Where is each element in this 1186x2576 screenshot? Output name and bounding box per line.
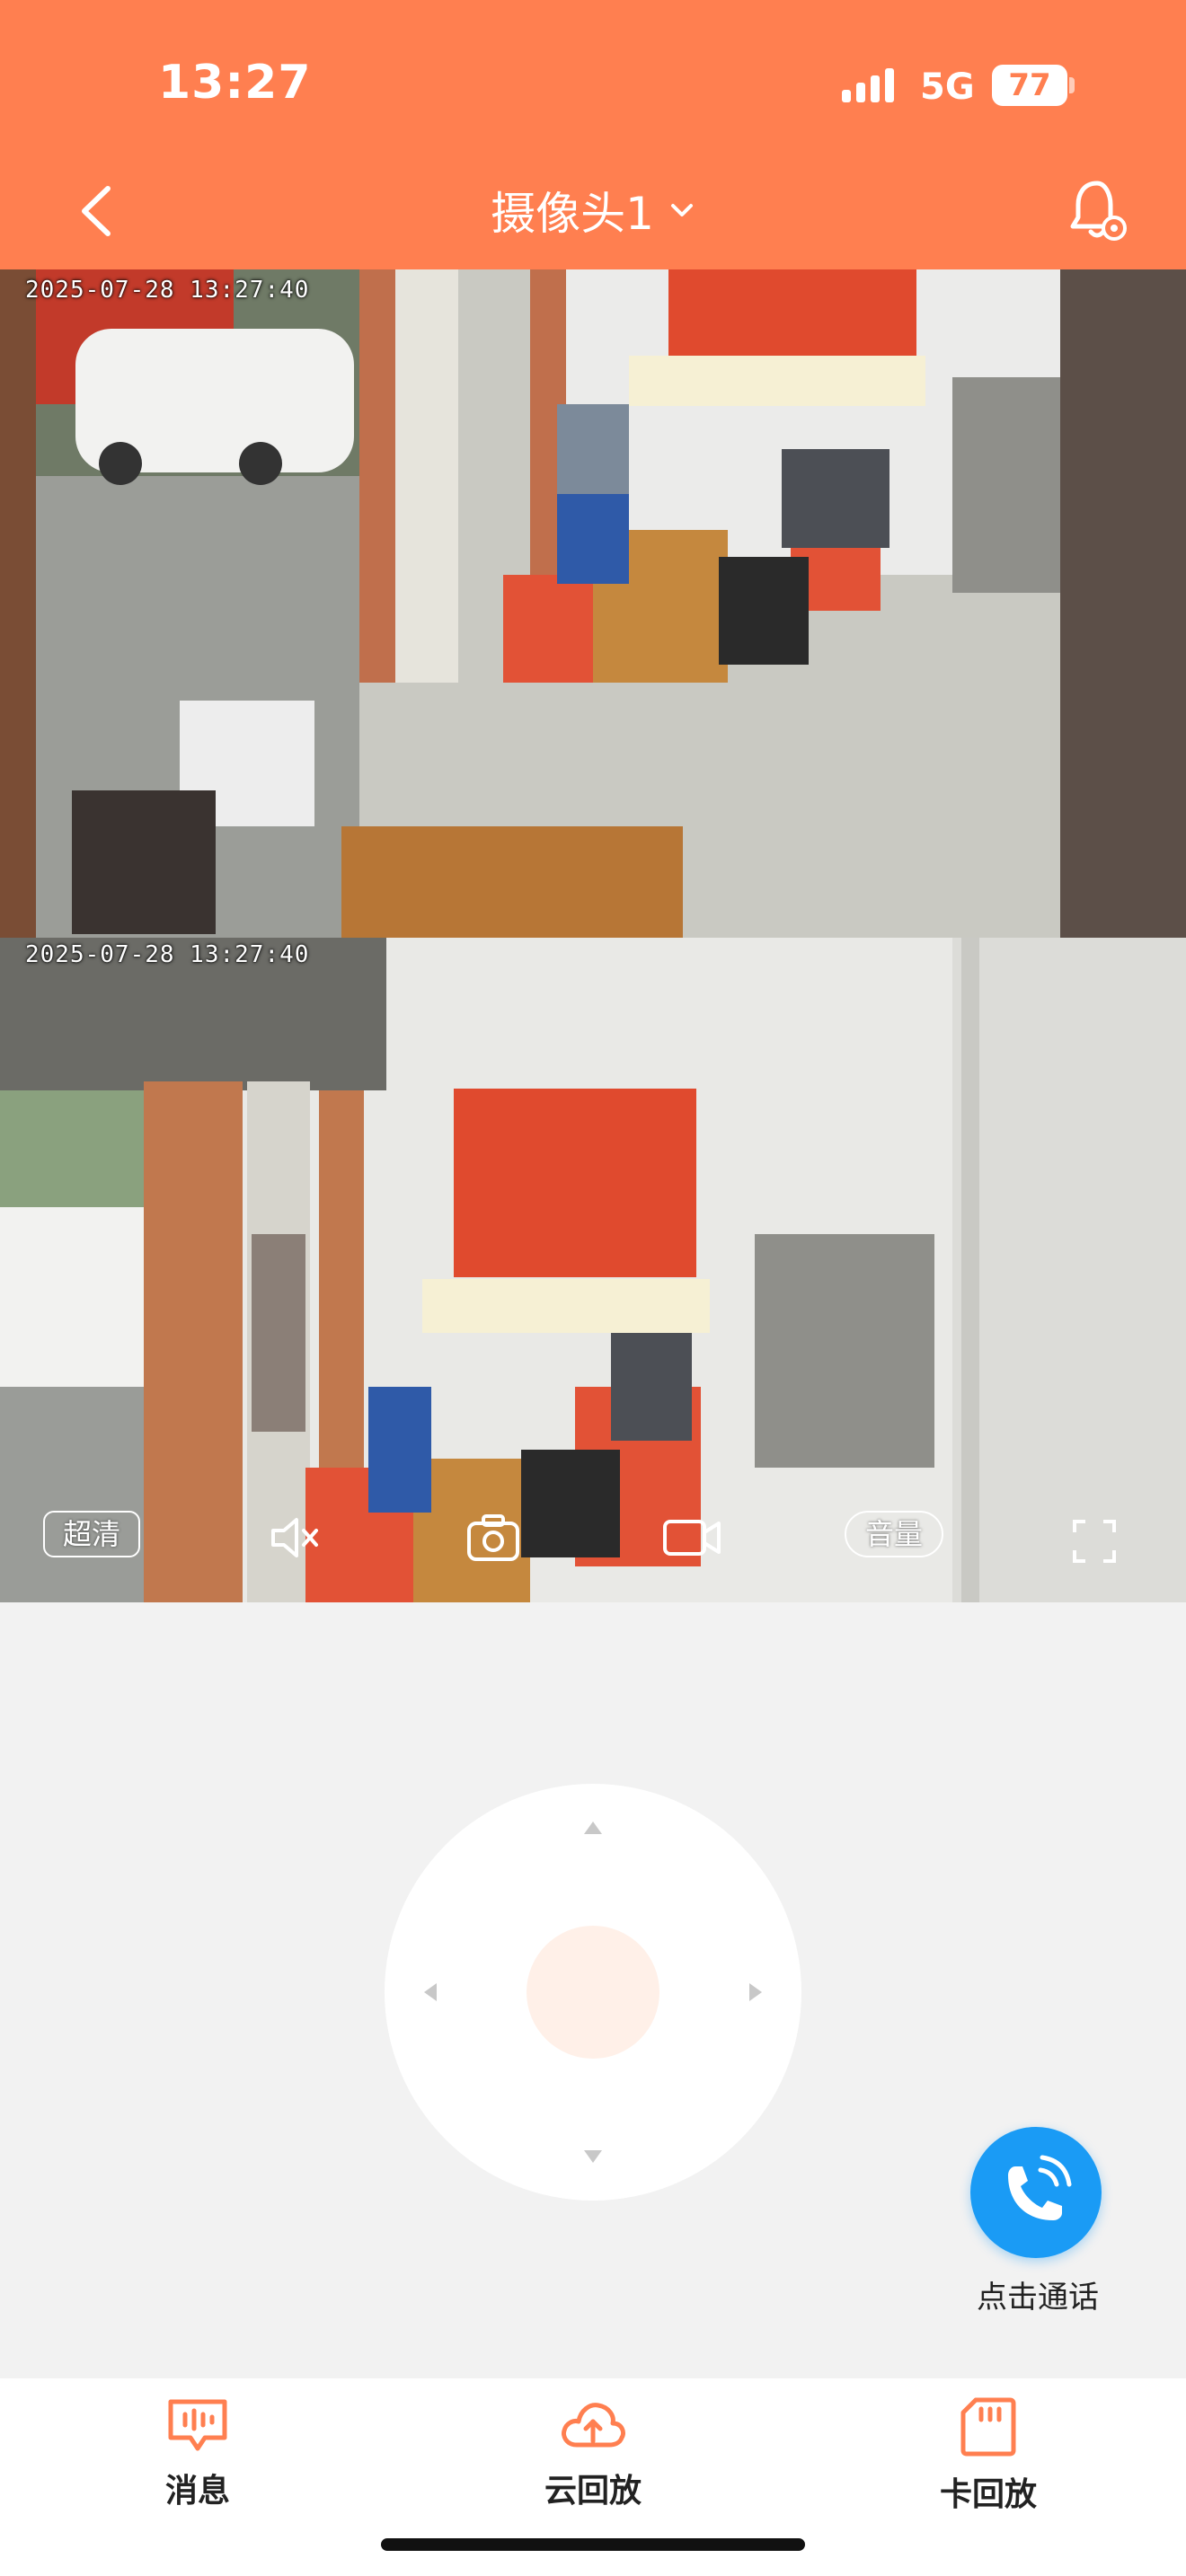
- camera-title-selector[interactable]: 摄像头1: [0, 178, 1186, 243]
- status-time: 13:27: [158, 56, 312, 110]
- camera-feed-detail[interactable]: 2025-07-28 13:27:40 超清 音量: [0, 938, 1186, 1602]
- page-title: 摄像头1: [491, 188, 654, 240]
- call-label: 点击通话: [977, 2280, 1099, 2316]
- cloud-upload-icon: [562, 2403, 626, 2448]
- tab-label: 消息: [164, 2473, 230, 2510]
- camera-feed-wide[interactable]: 2025-07-28 13:27:40: [0, 269, 1186, 938]
- tab-messages[interactable]: 消息: [99, 2396, 296, 2511]
- pan-down-arrow-icon[interactable]: [584, 2150, 602, 2163]
- pan-right-arrow-icon[interactable]: [749, 1983, 762, 2001]
- tab-label: 卡回放: [939, 2476, 1037, 2513]
- pan-up-arrow-icon[interactable]: [584, 1822, 602, 1834]
- chevron-down-icon: [670, 204, 693, 216]
- quality-button[interactable]: 超清: [43, 1511, 140, 1557]
- mute-icon[interactable]: [268, 1513, 322, 1563]
- feed-timestamp: 2025-07-28 13:27:40: [25, 277, 310, 304]
- home-indicator[interactable]: [381, 2538, 805, 2551]
- call-button[interactable]: [970, 2127, 1102, 2258]
- top-header: 13:27 5G 77 摄像头1: [0, 0, 1186, 269]
- bottom-tab-bar: 消息 云回放 卡回放: [0, 2378, 1186, 2576]
- alarm-settings-bell-icon[interactable]: [1066, 176, 1128, 244]
- network-type: 5G: [920, 66, 975, 108]
- battery-level: 77: [1008, 67, 1051, 103]
- tab-cloud-playback[interactable]: 云回放: [494, 2396, 692, 2511]
- camera-image-detail: [0, 938, 1186, 1602]
- battery-tip: [1069, 77, 1075, 93]
- phone-call-icon: [1008, 2155, 1072, 2220]
- ptz-direction-pad[interactable]: [385, 1784, 801, 2201]
- record-video-icon[interactable]: [661, 1514, 724, 1561]
- sd-card-icon: [960, 2397, 1016, 2457]
- volume-button[interactable]: 音量: [845, 1511, 943, 1557]
- tab-card-playback[interactable]: 卡回放: [890, 2396, 1087, 2515]
- message-icon: [168, 2399, 227, 2451]
- battery-icon: 77: [992, 65, 1067, 106]
- feed-timestamp: 2025-07-28 13:27:40: [25, 941, 310, 968]
- snapshot-camera-icon[interactable]: [465, 1513, 521, 1563]
- pan-left-arrow-icon[interactable]: [424, 1983, 437, 2001]
- camera-image-wide: [0, 269, 1186, 938]
- fullscreen-icon[interactable]: [1071, 1518, 1118, 1565]
- signal-strength-icon: [842, 68, 894, 102]
- tab-label: 云回放: [544, 2473, 642, 2510]
- ptz-center-knob[interactable]: [527, 1926, 659, 2059]
